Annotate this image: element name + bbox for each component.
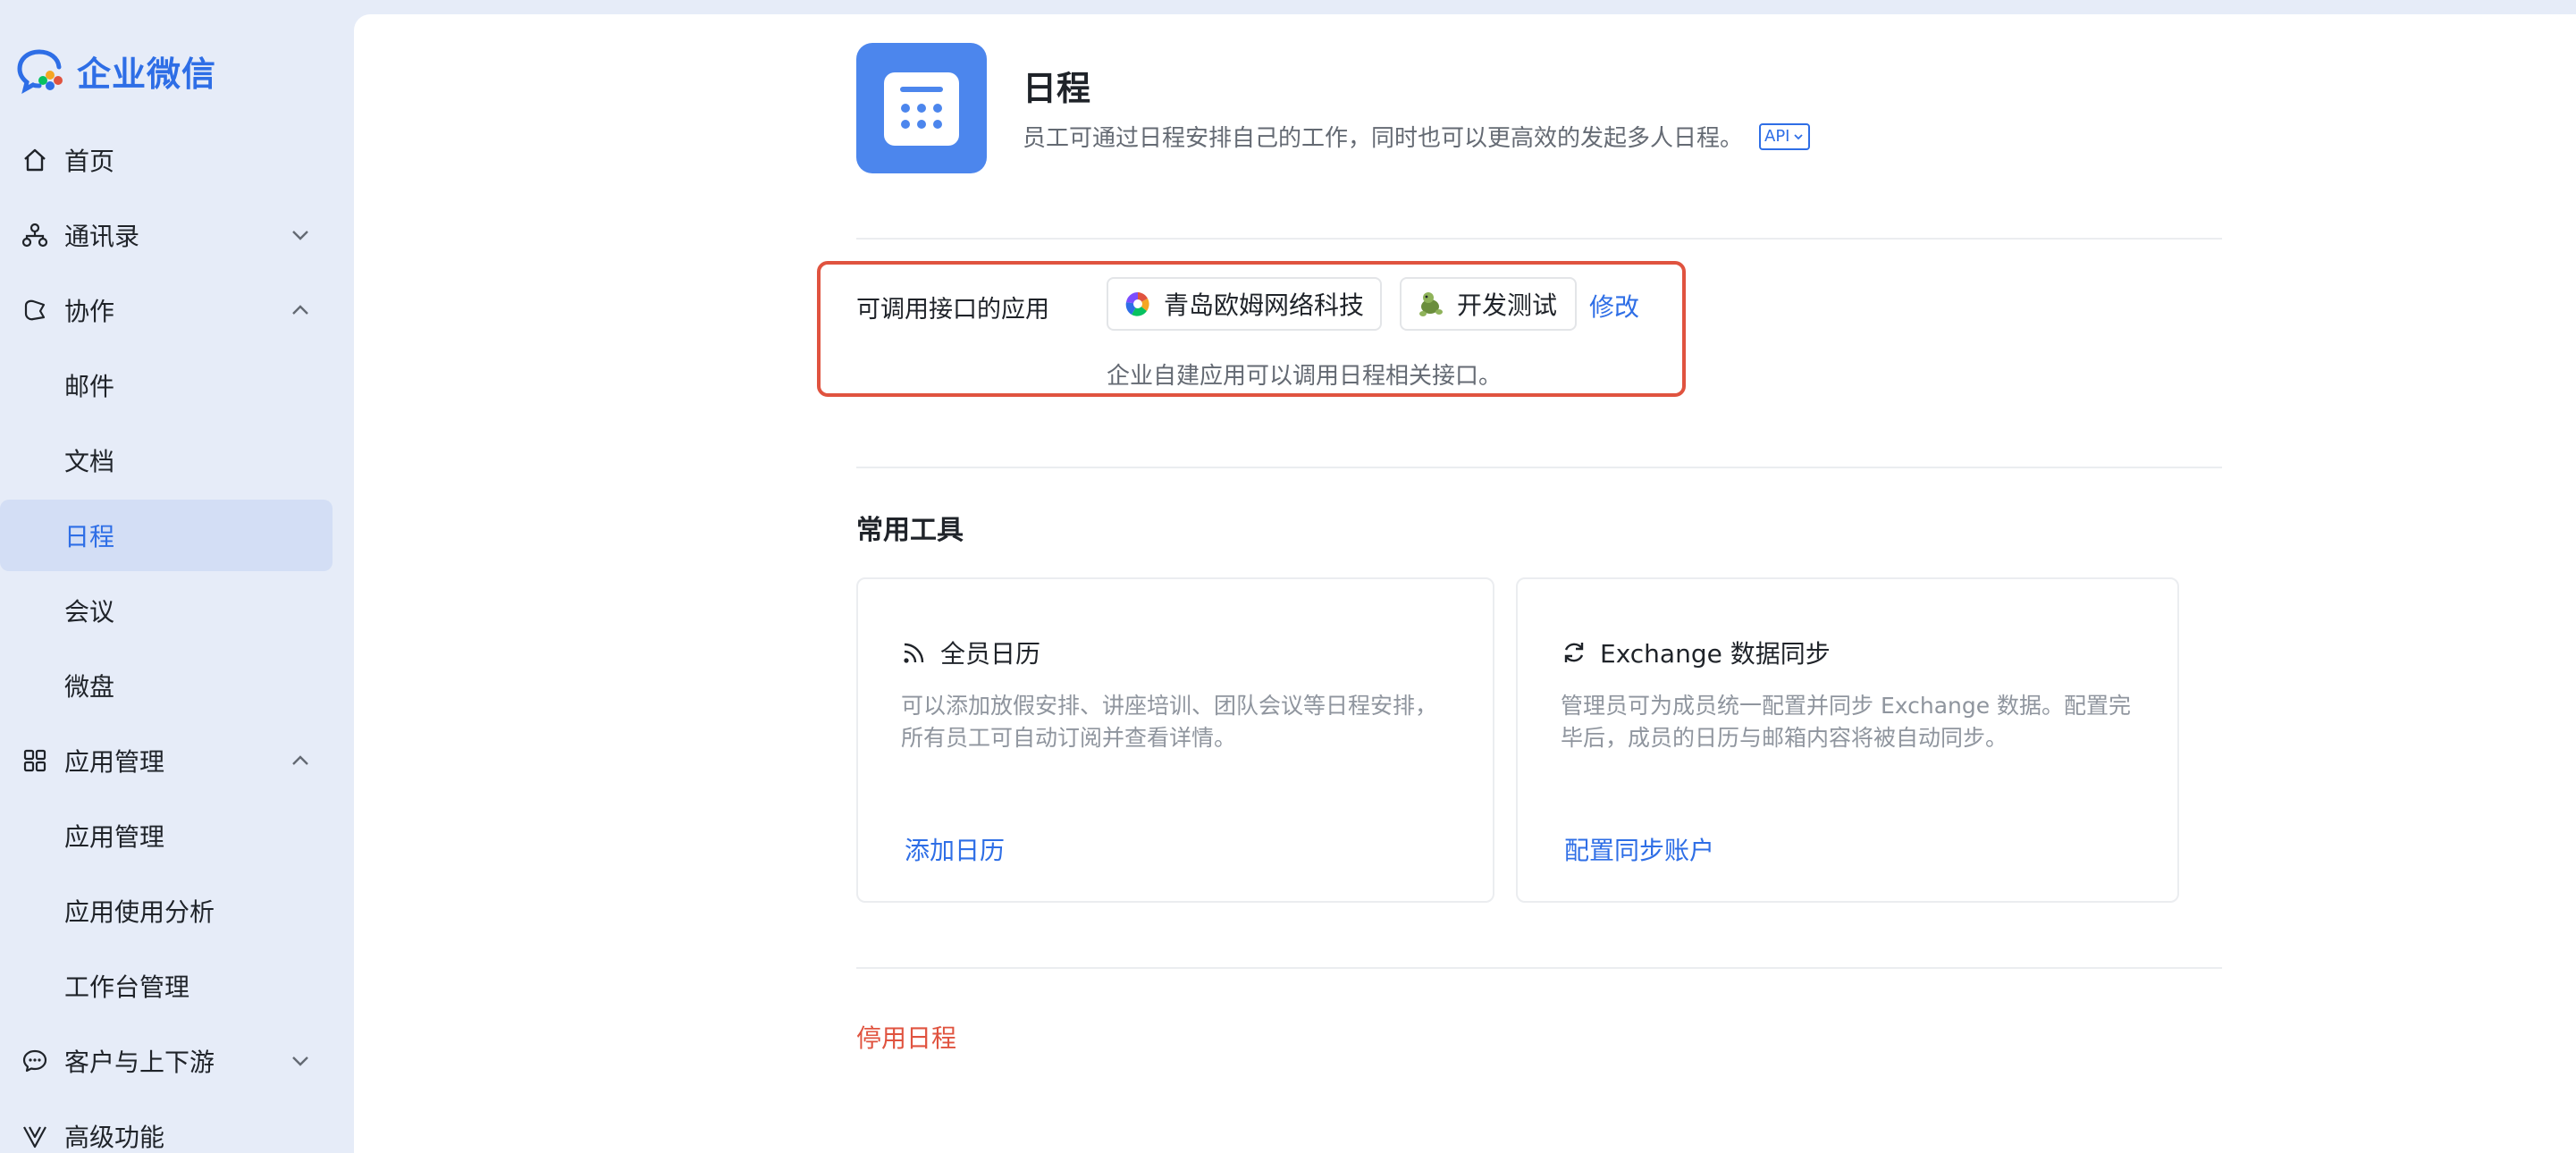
- sidebar-item-label: 高级功能: [64, 1123, 165, 1152]
- chevron-up-icon: [288, 748, 313, 773]
- advanced-icon: [21, 1123, 48, 1149]
- org-icon: [21, 222, 48, 248]
- sidebar-item-label: 邮件: [64, 372, 115, 401]
- callable-app-chip[interactable]: 青岛欧姆网络科技: [1107, 277, 1382, 331]
- tool-card-description: 管理员可为成员统一配置并同步 Exchange 数据。配置完毕后，成员的日历与邮…: [1561, 693, 2132, 751]
- sidebar-item-home[interactable]: 首页: [0, 124, 333, 196]
- app-description: 员工可通过日程安排自己的工作，同时也可以更高效的发起多人日程。 API: [1023, 120, 1810, 153]
- wecom-logo-icon: [17, 49, 63, 94]
- section-title-tools: 常用工具: [856, 515, 964, 546]
- page-title: 日程: [1023, 69, 1091, 108]
- tool-card-header: Exchange 数据同步: [1561, 635, 1831, 670]
- sidebar-item-docs[interactable]: 文档: [0, 425, 333, 496]
- sidebar-item-label: 应用管理: [64, 747, 165, 777]
- callable-apps-label: 可调用接口的应用: [856, 296, 1049, 324]
- grid-icon: [21, 747, 48, 774]
- sidebar-item-label: 应用使用分析: [64, 897, 215, 927]
- collab-icon: [21, 297, 48, 324]
- chevron-down-icon: [1793, 133, 1803, 139]
- sidebar-item-label: 文档: [64, 447, 115, 476]
- sidebar-item-meeting[interactable]: 会议: [0, 575, 333, 646]
- home-icon: [21, 147, 48, 173]
- sidebar-item-advanced[interactable]: 高级功能: [0, 1100, 333, 1153]
- sidebar-item-mail[interactable]: 邮件: [0, 349, 333, 421]
- modify-link[interactable]: 修改: [1589, 288, 1639, 324]
- callable-apps-note: 企业自建应用可以调用日程相关接口。: [1107, 363, 1503, 390]
- chevron-down-icon: [288, 1048, 313, 1073]
- callable-app-name: 青岛欧姆网络科技: [1164, 290, 1365, 320]
- sidebar-item-app-analytics[interactable]: 应用使用分析: [0, 875, 333, 947]
- sidebar-item-calendar[interactable]: 日程: [0, 500, 333, 571]
- tool-card-title: Exchange 数据同步: [1600, 639, 1831, 669]
- turtle-icon: [1419, 292, 1443, 316]
- sidebar-item-label: 客户与上下游: [64, 1048, 215, 1077]
- sidebar-item-label: 应用管理: [64, 822, 165, 852]
- tool-card-company-calendar: 全员日历 可以添加放假安排、讲座培训、团队会议等日程安排，所有员工可自动订阅并查…: [856, 577, 1494, 903]
- brand-logo[interactable]: 企业微信: [16, 45, 216, 97]
- callable-app-chip[interactable]: 开发测试: [1400, 277, 1577, 331]
- sidebar: 企业微信 首页 通讯录 协作 邮件 文档 日程 会议 微盘 应用管理 应用管理 …: [0, 0, 354, 1153]
- sidebar-item-label: 通讯录: [64, 222, 140, 251]
- app-description-text: 员工可通过日程安排自己的工作，同时也可以更高效的发起多人日程。: [1023, 125, 1744, 152]
- callable-app-name: 开发测试: [1457, 290, 1558, 320]
- configure-sync-account-link[interactable]: 配置同步账户: [1564, 831, 1714, 867]
- chat-bubble-icon: [21, 1048, 48, 1074]
- sidebar-item-workbench[interactable]: 工作台管理: [0, 950, 333, 1022]
- chevron-up-icon: [288, 298, 313, 323]
- sidebar-item-label: 协作: [64, 297, 115, 326]
- tool-card-exchange-sync: Exchange 数据同步 管理员可为成员统一配置并同步 Exchange 数据…: [1516, 577, 2179, 903]
- divider: [856, 467, 2222, 468]
- sidebar-item-drive[interactable]: 微盘: [0, 650, 333, 721]
- tool-card-header: 全员日历: [901, 635, 1040, 670]
- pinwheel-icon: [1125, 291, 1149, 316]
- calendar-app-icon: [856, 43, 987, 173]
- add-calendar-link[interactable]: 添加日历: [905, 831, 1005, 867]
- rss-icon: [904, 643, 924, 663]
- sidebar-item-app-management[interactable]: 应用管理: [0, 800, 333, 871]
- disable-calendar-link[interactable]: 停用日程: [856, 1019, 956, 1055]
- sidebar-item-label: 微盘: [64, 672, 115, 702]
- api-badge[interactable]: API: [1759, 122, 1810, 150]
- sidebar-item-label: 首页: [64, 147, 115, 176]
- sync-icon: [1564, 643, 1584, 662]
- sidebar-item-label: 工作台管理: [64, 972, 190, 1002]
- tool-card-description: 可以添加放假安排、讲座培训、团队会议等日程安排，所有员工可自动订阅并查看详情。: [901, 693, 1438, 751]
- api-badge-label: API: [1764, 127, 1790, 146]
- sidebar-item-customers[interactable]: 客户与上下游: [0, 1025, 333, 1097]
- sidebar-item-contacts[interactable]: 通讯录: [0, 199, 333, 271]
- divider: [856, 238, 2222, 240]
- tool-card-title: 全员日历: [940, 639, 1041, 669]
- sidebar-item-collab[interactable]: 协作: [0, 274, 333, 346]
- sidebar-item-app-management-group[interactable]: 应用管理: [0, 725, 333, 796]
- chevron-down-icon: [288, 223, 313, 248]
- sidebar-item-label: 日程: [64, 522, 115, 551]
- brand-name: 企业微信: [77, 54, 217, 94]
- sidebar-item-label: 会议: [64, 597, 115, 627]
- divider: [856, 967, 2222, 969]
